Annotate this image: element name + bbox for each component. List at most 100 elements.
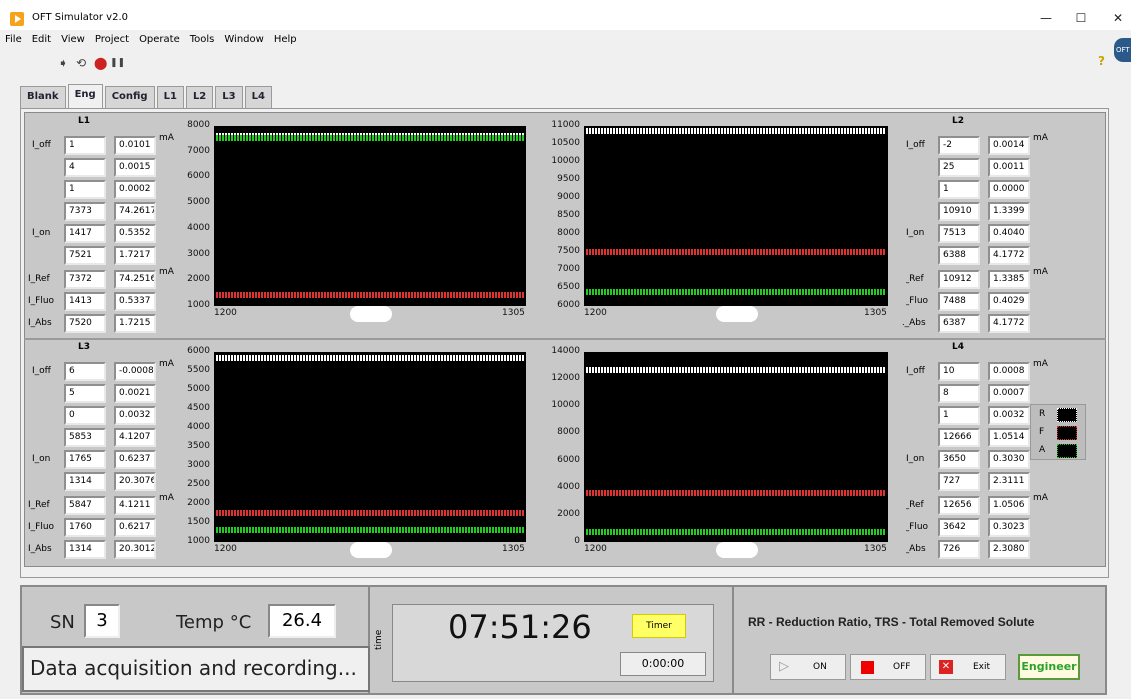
menu-window[interactable]: Window [224,34,263,45]
unit-label: mA [1033,493,1048,503]
current-value-off: 0.0000 [988,180,1030,199]
menu-tools[interactable]: Tools [190,34,215,45]
raw-count-on: 5853 [64,428,106,447]
status-text: Data acquisition and recording... [22,646,370,692]
row-label-abs: I_Abs [28,318,52,328]
tab-l2[interactable]: L2 [185,86,214,108]
y-tick-label: 4500 [187,403,210,413]
x-tick-label: 1200 [584,308,607,318]
y-tick-label: 7500 [557,246,580,256]
y-tick-label: 7000 [187,145,210,156]
raw-count-on: 12666 [938,428,980,447]
menu-project[interactable]: Project [95,34,129,45]
tab-l1[interactable]: L1 [156,86,184,108]
raw-count-fluo: 3642 [938,518,980,537]
readout-l2: L2 I_off -2 0.0014 mA 25 0.0011 1 0.0000 I_on 1091… [902,114,1052,336]
temp-value: 26.4 [268,604,336,638]
close-button[interactable]: ✕ [1105,8,1131,28]
y-tick-label: 10500 [551,138,580,148]
raw-count-off: 1 [938,180,980,199]
raw-count-abs: 6387 [938,314,980,333]
maximize-button[interactable]: ☐ [1068,8,1094,28]
tab-eng[interactable]: Eng [67,84,103,108]
menu-help[interactable]: Help [274,34,297,45]
y-tick-label: 3000 [187,248,210,259]
x-tick-label: 1305 [864,308,887,318]
timer-button[interactable]: Timer [632,614,686,638]
context-help-icon[interactable]: ? [1098,55,1105,67]
current-value-on: 2.3111 [988,472,1030,491]
legend-r-swatch[interactable] [1057,408,1077,422]
y-tick-label: 5000 [187,197,210,208]
raw-count-off: 5 [64,384,106,403]
minimize-button[interactable]: — [1033,8,1059,28]
menu-operate[interactable]: Operate [139,34,180,45]
y-tick-label: 3000 [187,460,210,470]
x-tick-label: 1305 [864,544,887,554]
exit-button[interactable]: ✕ Exit [930,654,1006,680]
engineer-button[interactable]: Engineer [1018,654,1080,680]
y-tick-label: 8500 [557,210,580,220]
y-tick-label: 4000 [187,222,210,233]
raw-count-on: 7521 [64,246,106,265]
tab-blank[interactable]: Blank [20,86,66,108]
y-tick-label: 1000 [187,536,210,546]
channel-title: L4 [952,342,964,352]
menu-view[interactable]: View [61,34,85,45]
pause-icon[interactable]: ❚❚ [110,57,125,69]
current-value-off: 0.0002 [114,180,156,199]
unit-label: mA [1033,267,1048,277]
current-value-off: 0.0014 [988,136,1030,155]
x-tick-label: 1200 [584,544,607,554]
stop-icon [861,661,874,674]
row-label-off: I_off [906,366,925,376]
abort-icon[interactable]: ⬤ [94,57,107,69]
y-tick-label: 3500 [187,441,210,451]
raw-count-ref: 12656 [938,496,980,515]
current-value-abs: 1.7215 [114,314,156,333]
raw-count-on: 1314 [64,472,106,491]
current-value-abs: 2.3080 [988,540,1030,559]
legend-a-swatch[interactable] [1057,444,1077,458]
menu-edit[interactable]: Edit [32,34,51,45]
chart-l4: 14000 12000 10000 8000 6000 4000 2000 0 1200 1305 [548,346,906,560]
temp-label: Temp °C [176,612,252,633]
tab-l3[interactable]: L3 [215,86,243,108]
row-label-fluo: I_Fluo [28,296,55,306]
current-value-ref: 4.1211 [114,496,156,515]
channel-title: L3 [78,342,90,352]
raw-count-off: 4 [64,158,106,177]
current-value-off: -0.0008 [114,362,156,381]
raw-count-ref: 10912 [938,270,980,289]
current-value-fluo: 0.3023 [988,518,1030,537]
raw-count-off: 10 [938,362,980,381]
raw-count-on: 10910 [938,202,980,221]
current-value-fluo: 0.5337 [114,292,156,311]
series-line [216,527,524,534]
off-button[interactable]: OFF [850,654,926,680]
chart-l1: 8000 7000 6000 5000 4000 3000 2000 1000 1200 1305 [178,120,544,324]
legend-f-swatch[interactable] [1057,426,1077,440]
raw-count-abs: 1314 [64,540,106,559]
run-continuously-icon[interactable]: ⟲ [76,57,86,69]
y-tick-label: 9000 [557,192,580,202]
row-label-ref: I_Ref [28,274,50,284]
row-label-off: I_off [906,140,925,150]
series-line [586,367,886,374]
run-arrow-icon[interactable]: ➧ [58,57,68,69]
current-value-ref: 74.2516 [114,270,156,289]
y-tick-label: 0 [574,536,580,546]
y-tick-label: 9500 [557,174,580,184]
current-value-on: 0.4040 [988,224,1030,243]
current-value-ref: 1.3385 [988,270,1030,289]
on-button[interactable]: ▷ ON [770,654,846,680]
current-value-on: 1.0514 [988,428,1030,447]
unit-label: mA [1033,359,1048,369]
y-tick-label: 10000 [551,400,580,411]
tab-l4[interactable]: L4 [244,86,272,108]
legend-r-label: R [1039,409,1046,419]
current-value-on: 20.3076 [114,472,156,491]
menu-file[interactable]: File [5,34,22,45]
unit-label: mA [1033,133,1048,143]
tab-config[interactable]: Config [104,86,155,108]
